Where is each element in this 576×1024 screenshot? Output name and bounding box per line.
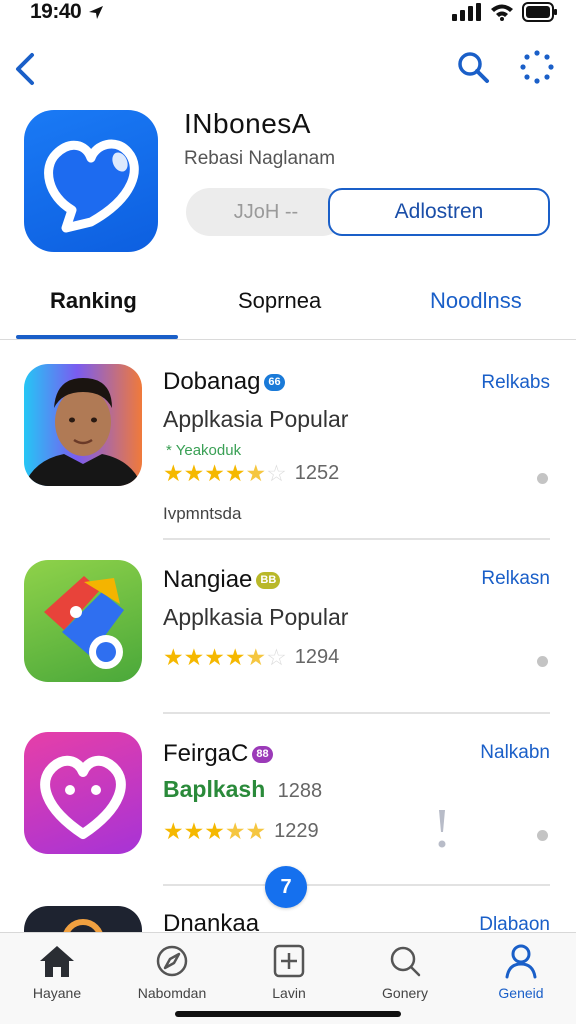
app-category-count: 1288: [277, 780, 323, 802]
star-icon: ★: [183, 460, 205, 486]
app-name-text: Nangiae: [163, 566, 253, 593]
app-subtitle: Rebasi Naglanam: [184, 148, 336, 169]
dot-indicator: [537, 830, 548, 841]
app-icon-puzzle: [24, 560, 142, 682]
rating-stars: ★ ★ ★ ★ ★ ☆ 1294: [163, 646, 339, 669]
search-button[interactable]: [456, 50, 490, 89]
app-name-text: FeirgaC: [163, 740, 249, 767]
app-name: Nangiae BB: [163, 566, 281, 594]
divider: [163, 538, 550, 540]
tab-bar-label: Lavin: [272, 985, 306, 1001]
rating-stars: ★ ★ ★ ★ ★ 1229: [163, 820, 319, 843]
star-half-icon: ★: [245, 460, 267, 486]
app-title: INbonesA: [184, 108, 311, 139]
tab-bar-label: Gonery: [382, 985, 428, 1001]
star-half-icon: ★: [245, 818, 267, 844]
compass-icon: [156, 945, 188, 977]
dotted-circle-icon: [520, 50, 554, 84]
dot-indicator: [537, 656, 548, 667]
star-icon: ★: [183, 818, 205, 844]
app-category: Applkasia Popular: [163, 604, 349, 630]
signal-icon: [452, 3, 481, 21]
status-time-text: 19:40: [30, 0, 82, 23]
star-icon: ★: [183, 644, 205, 670]
rating-count: 1229: [274, 820, 319, 842]
app-badge: BB: [256, 571, 281, 589]
tab-bar-item-home[interactable]: Hayane: [2, 943, 112, 1001]
app-icon-portrait: [24, 364, 142, 486]
open-button[interactable]: Adlostren: [328, 188, 550, 236]
star-icon: ★: [163, 818, 184, 844]
status-icons: [452, 2, 558, 22]
plus-square-icon: [273, 944, 305, 978]
star-icon: ★: [163, 644, 184, 670]
segment-tabs: Ranking Soprnea Noodlnss: [0, 276, 576, 340]
star-icon: ★: [204, 644, 225, 670]
chat-heart-icon: [44, 139, 139, 233]
app-category: Applkasia Popular: [163, 406, 349, 432]
app-hero: INbonesA Rebasi Naglanam JJoH -- Adlostr…: [0, 104, 576, 254]
search-icon: [458, 52, 489, 83]
app-name: FeirgaC 88: [163, 740, 273, 768]
app-logo: [24, 110, 158, 252]
rating-count: 1294: [294, 646, 340, 668]
back-button[interactable]: [10, 50, 40, 88]
app-name-text: Dobanag: [163, 368, 261, 395]
more-button[interactable]: [520, 50, 554, 89]
get-button[interactable]: JJoH --: [186, 188, 346, 236]
puzzle-shape-icon: [44, 576, 124, 669]
person-icon: [505, 944, 537, 979]
rating-stars: ★ ★ ★ ★ ★ ☆ 1252: [163, 462, 339, 485]
app-badge: 88: [252, 745, 273, 763]
tab-populer[interactable]: Soprnea: [238, 288, 321, 314]
app-badge: 66: [264, 373, 285, 391]
star-icon: ★: [204, 818, 225, 844]
tab-bar-item-add[interactable]: Lavin: [234, 943, 344, 1001]
tab-ranking[interactable]: Ranking: [50, 288, 137, 314]
star-icon: ★: [204, 460, 225, 486]
rating-count: 1252: [294, 462, 340, 484]
exclamation-icon: [437, 808, 447, 850]
floating-count-badge[interactable]: 7: [265, 866, 307, 908]
tab-new[interactable]: Noodlnss: [430, 288, 522, 314]
tab-bar-label: Geneid: [498, 985, 544, 1001]
star-icon: ★: [163, 460, 184, 486]
tab-bar-item-profile[interactable]: Geneid: [466, 943, 576, 1001]
person-photo-icon: [24, 378, 142, 486]
star-half-icon: ★: [245, 644, 267, 670]
star-icon: ★: [224, 644, 246, 670]
app-note: Ivpmntsda: [163, 504, 242, 523]
tab-bar-item-search[interactable]: Gonery: [350, 943, 460, 1001]
home-icon: [40, 946, 74, 977]
active-tab-indicator: [16, 335, 178, 339]
divider: [163, 884, 550, 886]
location-arrow-icon: [88, 6, 103, 20]
status-time: 19:40: [30, 0, 105, 24]
app-category: Baplkash 1288: [163, 776, 322, 803]
search-icon: [390, 946, 421, 977]
wifi-icon: [491, 4, 513, 21]
dot-indicator: [537, 473, 548, 484]
star-empty-icon: ☆: [266, 644, 287, 670]
app-icon-heart: [24, 732, 142, 854]
home-indicator[interactable]: [175, 1011, 401, 1017]
star-icon: ★: [224, 460, 246, 486]
heart-face-icon: [40, 755, 126, 839]
app-name: Dobanag 66: [163, 368, 285, 396]
status-bar: 19:40: [0, 0, 576, 26]
tab-bar-item-discover[interactable]: Nabomdan: [117, 943, 227, 1001]
app-tag: * Yeakoduk: [166, 442, 242, 459]
tab-bar-label: Hayane: [32, 985, 82, 1001]
chevron-left-icon: [16, 53, 34, 85]
divider: [163, 712, 550, 714]
battery-icon: [522, 2, 557, 22]
app-category-text: Baplkash: [163, 776, 266, 802]
app-action-link[interactable]: Relkasn: [481, 568, 550, 590]
app-action-link[interactable]: Nalkabn: [480, 742, 550, 764]
tab-bar-label: Nabomdan: [137, 985, 207, 1001]
app-action-link[interactable]: Relkabs: [481, 372, 550, 394]
star-empty-icon: ☆: [266, 460, 287, 486]
star-half-icon: ★: [224, 818, 246, 844]
